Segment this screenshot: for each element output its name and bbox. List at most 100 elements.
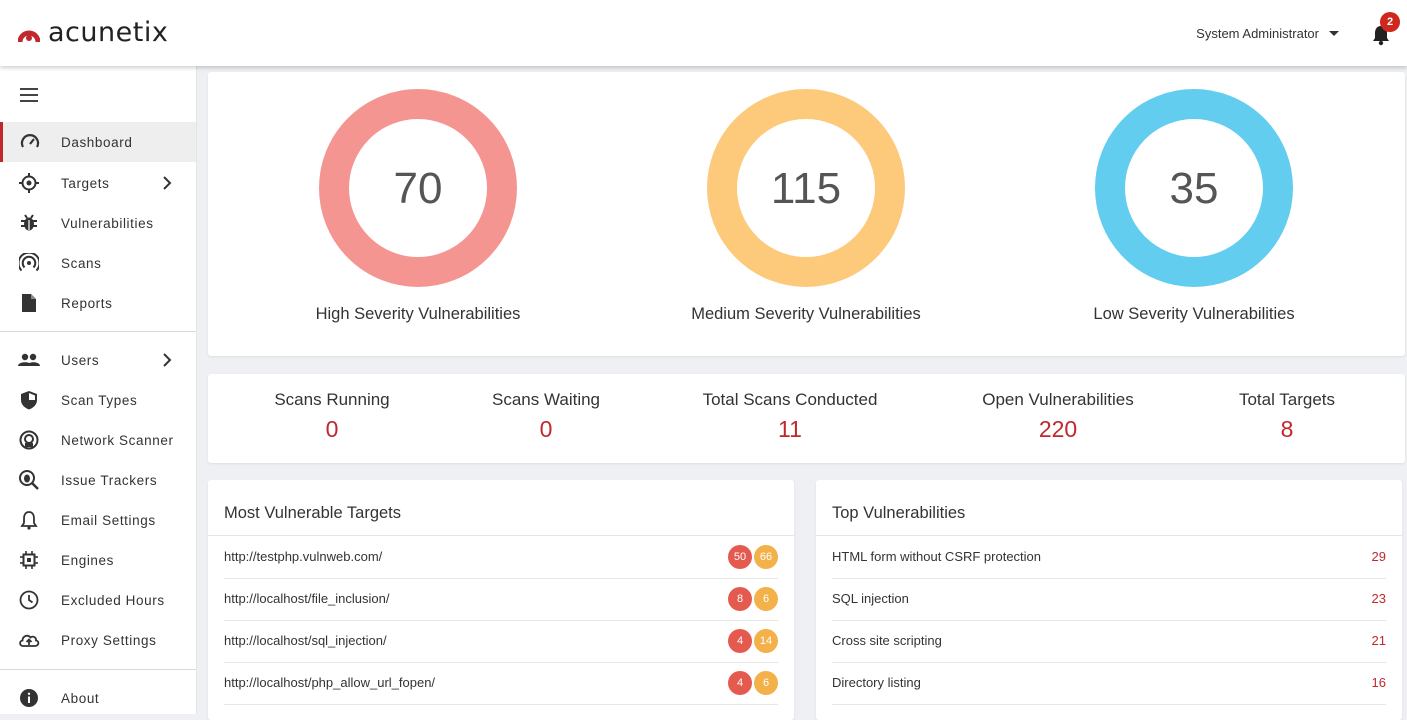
medium-count-badge: 6 [754, 587, 778, 611]
sidebar-item-label: Vulnerabilities [61, 215, 154, 231]
sidebar-item-label: About [61, 690, 100, 706]
hamburger-menu-icon[interactable] [20, 88, 38, 102]
sidebar-item-network-scanner[interactable]: Network Scanner [0, 420, 196, 460]
network-scanner-icon [18, 429, 40, 451]
stat-value: 0 [325, 416, 339, 442]
caret-down-icon [1329, 31, 1339, 36]
target-row[interactable]: http://localhost/file_inclusion/ 8 6 [224, 578, 778, 621]
target-row[interactable]: http://localhost/sql_injection/ 4 14 [224, 620, 778, 663]
stat-open-vulnerabilities[interactable]: Open Vulnerabilities 220 [948, 390, 1168, 443]
sidebar-item-label: Network Scanner [61, 432, 174, 448]
target-row[interactable]: http://localhost/php_allow_url_fopen/ 4 … [224, 662, 778, 705]
high-count-badge: 4 [728, 671, 752, 695]
medium-severity-block[interactable]: 115 Medium Severity Vulnerabilities [656, 88, 956, 323]
high-severity-label: High Severity Vulnerabilities [315, 305, 521, 323]
sidebar-item-proxy-settings[interactable]: Proxy Settings [0, 620, 196, 660]
severity-badges: 4 14 [726, 629, 778, 653]
stat-label: Open Vulnerabilities [982, 390, 1134, 409]
high-count-badge: 50 [728, 545, 752, 569]
sidebar-item-label: Dashboard [61, 134, 133, 150]
sidebar-divider [0, 669, 196, 670]
sidebar-item-dashboard[interactable]: Dashboard [0, 122, 196, 162]
medium-severity-label: Medium Severity Vulnerabilities [691, 305, 921, 323]
chip-icon [18, 549, 40, 571]
user-menu[interactable]: System Administrator [1196, 26, 1339, 41]
vulnerability-count: 23 [1371, 591, 1386, 606]
stat-scans-running[interactable]: Scans Running 0 [222, 390, 442, 443]
vulnerability-row[interactable]: HTML form without CSRF protection 29 [832, 536, 1386, 579]
notification-count-badge: 2 [1380, 12, 1400, 32]
sidebar-item-vulnerabilities[interactable]: Vulnerabilities [0, 203, 196, 243]
sidebar-item-engines[interactable]: Engines [0, 540, 196, 580]
low-severity-label: Low Severity Vulnerabilities [1093, 305, 1295, 323]
vulnerability-name: Directory listing [832, 675, 921, 690]
sidebar-divider [0, 331, 196, 332]
low-severity-count: 35 [1169, 164, 1219, 213]
panel-title: Top Vulnerabilities [832, 504, 966, 522]
medium-count-badge: 6 [754, 671, 778, 695]
stat-total-targets[interactable]: Total Targets 8 [1177, 390, 1397, 443]
sidebar-item-about[interactable]: About [0, 678, 196, 718]
target-url: http://localhost/sql_injection/ [224, 633, 387, 648]
sidebar-item-scan-types[interactable]: Scan Types [0, 380, 196, 420]
sidebar-item-users[interactable]: Users [0, 340, 196, 380]
clock-icon [18, 589, 40, 611]
severity-badges: 50 66 [726, 545, 778, 569]
crosshair-icon [18, 172, 40, 194]
sidebar-item-targets[interactable]: Targets [0, 163, 196, 203]
medium-severity-count: 115 [770, 164, 842, 213]
vulnerability-row[interactable]: Directory listing 16 [832, 662, 1386, 705]
document-icon [18, 292, 40, 314]
shield-icon [18, 389, 40, 411]
severity-badges: 8 6 [726, 587, 778, 611]
stat-label: Scans Running [274, 390, 390, 409]
stat-scans-waiting[interactable]: Scans Waiting 0 [436, 390, 656, 443]
vulnerability-count: 29 [1371, 549, 1386, 564]
user-name: System Administrator [1196, 26, 1319, 41]
sidebar-item-scans[interactable]: Scans [0, 243, 196, 283]
scan-stats-card: Scans Running 0 Scans Waiting 0 Total Sc… [208, 374, 1405, 463]
sidebar-item-label: Scan Types [61, 392, 138, 408]
acunetix-logo[interactable]: acunetix [18, 19, 168, 46]
stat-total-scans[interactable]: Total Scans Conducted 11 [680, 390, 900, 443]
sidebar-item-label: Engines [61, 552, 114, 568]
sidebar-item-email-settings[interactable]: Email Settings [0, 500, 196, 540]
stat-label: Total Scans Conducted [702, 390, 878, 409]
notifications-button[interactable]: 2 [1371, 12, 1400, 46]
sidebar-item-issue-trackers[interactable]: Issue Trackers [0, 460, 196, 500]
medium-count-badge: 66 [754, 545, 778, 569]
stat-label: Scans Waiting [491, 390, 601, 409]
vulnerability-count: 21 [1371, 633, 1386, 648]
target-url: http://testphp.vulnweb.com/ [224, 549, 383, 564]
sidebar-item-label: Targets [61, 175, 110, 191]
sidebar-item-reports[interactable]: Reports [0, 283, 196, 323]
cloud-upload-icon [18, 629, 40, 651]
sidebar-item-label: Email Settings [61, 512, 156, 528]
medium-count-badge: 14 [754, 629, 778, 653]
vulnerability-row[interactable]: SQL injection 23 [832, 578, 1386, 621]
chevron-right-icon [163, 176, 172, 190]
sidebar-item-label: Users [61, 352, 100, 368]
info-icon [18, 687, 40, 709]
chevron-right-icon [163, 353, 172, 367]
vulnerability-row[interactable]: Cross site scripting 21 [832, 620, 1386, 663]
sidebar-item-excluded-hours[interactable]: Excluded Hours [0, 580, 196, 620]
panel-title: Most Vulnerable Targets [224, 504, 402, 522]
high-severity-block[interactable]: 70 High Severity Vulnerabilities [268, 88, 568, 323]
stat-label: Total Targets [1238, 390, 1336, 409]
high-count-badge: 4 [728, 629, 752, 653]
severity-badges: 4 6 [726, 671, 778, 695]
sidebar-item-label: Excluded Hours [61, 592, 165, 608]
vulnerability-name: Cross site scripting [832, 633, 942, 648]
high-count-badge: 8 [728, 587, 752, 611]
low-severity-block[interactable]: 35 Low Severity Vulnerabilities [1044, 88, 1344, 323]
target-url: http://localhost/file_inclusion/ [224, 591, 390, 606]
target-row[interactable]: http://testphp.vulnweb.com/ 50 66 [224, 536, 778, 579]
sidebar: Dashboard Targets Vulnerabilities Scans … [0, 66, 197, 714]
stat-value: 220 [1038, 416, 1078, 442]
dashboard-gauge-icon [19, 131, 41, 153]
top-vulnerabilities-panel: Top Vulnerabilities HTML form without CS… [816, 480, 1402, 720]
vulnerability-count: 16 [1371, 675, 1386, 690]
bug-icon [18, 212, 40, 234]
acunetix-logo-icon [18, 30, 40, 43]
